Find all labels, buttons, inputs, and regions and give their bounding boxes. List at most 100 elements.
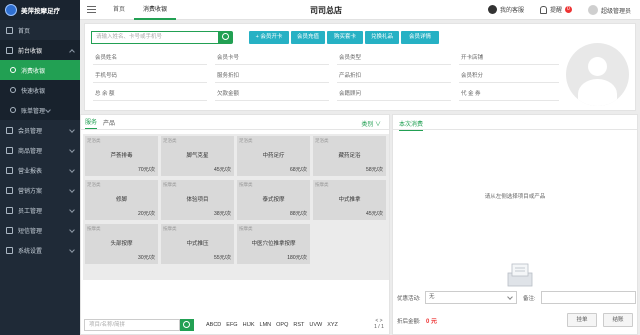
sidebar-item-label: 系统设置	[18, 248, 43, 255]
chevron-down-icon	[69, 207, 75, 213]
tab-services[interactable]: 服务	[85, 117, 98, 129]
tab-home[interactable]: 首页	[104, 0, 134, 20]
product-card[interactable]: 足浴类 藏药足浴 58元/次	[313, 136, 386, 176]
menu-toggle-icon[interactable]	[87, 6, 96, 13]
member-detail-button[interactable]: 会员详情	[401, 31, 439, 44]
product-name: 脚气克星	[186, 153, 209, 159]
product-price: 55元/次	[214, 255, 231, 261]
field-card-number: 会员卡号	[215, 53, 329, 65]
reminder-badge: 0	[565, 6, 572, 13]
product-card[interactable]: 足浴类 中药足疗 68元/次	[237, 136, 310, 176]
reminder-link[interactable]: 提醒 0	[540, 5, 572, 14]
empty-hint: 请从左侧选择项目或产品	[484, 194, 546, 200]
letter-filter-rst[interactable]: RST	[293, 322, 304, 328]
product-price: 45元/次	[366, 211, 383, 217]
chevron-down-icon	[69, 147, 75, 153]
sidebar-subitem-bills[interactable]: 账单管理	[0, 100, 80, 120]
product-card[interactable]: 按摩类 泰式按摩 88元/次	[237, 180, 310, 220]
reminder-label: 提醒	[550, 8, 563, 14]
sidebar-item-staff[interactable]: 员工管理	[0, 200, 80, 220]
user-name: 超级管理员	[601, 8, 632, 15]
sidebar-item-reports[interactable]: 营业报表	[0, 160, 80, 180]
sidebar-item-home[interactable]: 首页	[0, 20, 80, 40]
product-name: 修脚	[115, 197, 127, 203]
member-search-input[interactable]: 请输入姓名、卡号或手机号	[91, 31, 219, 44]
open-card-button[interactable]: + 会员开卡	[249, 31, 289, 44]
field-member-type: 会员类型	[337, 53, 451, 65]
product-name: 泰式按摩	[262, 197, 285, 203]
chevron-down-icon	[69, 247, 75, 253]
customer-service-label: 我的客服	[500, 8, 525, 14]
product-name: 头部按摩	[110, 241, 133, 247]
letter-filter-xyz[interactable]: XYZ	[327, 322, 338, 328]
category-dropdown[interactable]: 类别 ∨	[361, 119, 381, 128]
note-input[interactable]	[541, 291, 636, 304]
pending-order-button[interactable]: 挂单	[567, 313, 597, 327]
product-card[interactable]: 按摩类 头部按摩 30元/次	[85, 224, 158, 264]
pagination: < > 1 / 1	[371, 318, 387, 330]
recharge-button[interactable]: 会员充值	[291, 31, 325, 44]
sidebar: 美萍按摩足疗 首页 前台收银 消费收银 快速收银 账单管理 会员管理 商品管理 …	[0, 0, 80, 335]
redeem-gift-button[interactable]: 兑换礼品	[365, 31, 399, 44]
checkout-button[interactable]: 结账	[603, 313, 633, 327]
chevron-down-icon	[69, 127, 75, 133]
sidebar-item-label: 账单管理	[21, 108, 46, 115]
product-price: 88元/次	[290, 211, 307, 217]
dot-icon	[10, 87, 16, 93]
chevron-down-icon	[45, 107, 51, 113]
sidebar-item-front-desk[interactable]: 前台收银	[0, 40, 80, 60]
product-card[interactable]: 按摩类 中医穴位推拿按摩 180元/次	[237, 224, 310, 264]
sidebar-item-marketing[interactable]: 营销方案	[0, 180, 80, 200]
product-search-button[interactable]	[180, 319, 194, 331]
product-price: 68元/次	[290, 167, 307, 173]
dot-icon	[10, 107, 16, 113]
customer-service-link[interactable]: 我的客服	[488, 5, 524, 14]
sidebar-subitem-consume-checkout[interactable]: 消费收银	[0, 60, 80, 80]
tab-consume-checkout[interactable]: 消费收银	[134, 0, 177, 20]
brand-name: 美萍按摩足疗	[21, 8, 60, 15]
letter-filter-abcd[interactable]: ABCD	[206, 322, 221, 328]
marketing-icon	[6, 186, 13, 194]
product-category-tag: 按摩类	[163, 182, 177, 187]
discount-select[interactable]: 无	[425, 291, 517, 304]
product-price: 180元/次	[287, 255, 307, 261]
product-card[interactable]: 按摩类 中式推压 55元/次	[161, 224, 234, 264]
bell-icon	[540, 5, 547, 14]
product-card[interactable]: 按摩类 中式推拿 45元/次	[313, 180, 386, 220]
product-price: 58元/次	[366, 167, 383, 173]
letter-filter-uvw[interactable]: UVW	[309, 322, 322, 328]
sidebar-subitem-quick-checkout[interactable]: 快速收银	[0, 80, 80, 100]
home-icon	[6, 26, 13, 34]
product-card[interactable]: 按摩类 体验项目 38元/次	[161, 180, 234, 220]
letter-filter-hijk[interactable]: HIJK	[243, 322, 255, 328]
sidebar-item-settings[interactable]: 系统设置	[0, 240, 80, 260]
total-amount: 0 元	[426, 319, 438, 325]
letter-index: ABCD EFG HIJK LMN OPQ RST UVW XYZ	[206, 322, 338, 328]
product-card[interactable]: 足浴类 脚气克星 45元/次	[161, 136, 234, 176]
discount-label: 优惠活动:	[397, 296, 421, 302]
product-category-tag: 按摩类	[87, 226, 101, 231]
sidebar-item-members[interactable]: 会员管理	[0, 120, 80, 140]
tab-current-consumption[interactable]: 本次消费	[399, 115, 424, 131]
buy-package-button[interactable]: 购买套卡	[327, 31, 363, 44]
product-card[interactable]: 足浴类 芦荟排毒 70元/次	[85, 136, 158, 176]
chevron-up-icon	[69, 49, 75, 55]
tab-products[interactable]: 产品	[103, 118, 115, 129]
sidebar-item-sms[interactable]: 短信管理	[0, 220, 80, 240]
search-button[interactable]	[219, 31, 233, 44]
letter-filter-opq[interactable]: OPQ	[276, 322, 288, 328]
product-category-tag: 足浴类	[163, 138, 177, 143]
product-card[interactable]: 足浴类 修脚 20元/次	[85, 180, 158, 220]
product-panel: 服务 产品 类别 ∨ 足浴类 芦荟排毒 70元/次 足浴类 脚气克星 45元/次…	[80, 114, 390, 335]
member-icon	[6, 126, 13, 134]
letter-filter-lmn[interactable]: LMN	[260, 322, 272, 328]
user-menu[interactable]: 超级管理员	[588, 5, 631, 15]
top-bar: 首页 消费收银 司司总店 我的客服 提醒 0 超级管理员	[80, 0, 640, 20]
total-label: 折后金额:	[397, 319, 421, 325]
chevron-down-icon	[69, 227, 75, 233]
field-points: 会员积分	[459, 71, 559, 83]
letter-filter-efg[interactable]: EFG	[226, 322, 237, 328]
sidebar-item-goods[interactable]: 商品管理	[0, 140, 80, 160]
product-name: 中药足疗	[262, 153, 285, 159]
product-search-input[interactable]: 项目/名称/简拼	[84, 319, 180, 331]
